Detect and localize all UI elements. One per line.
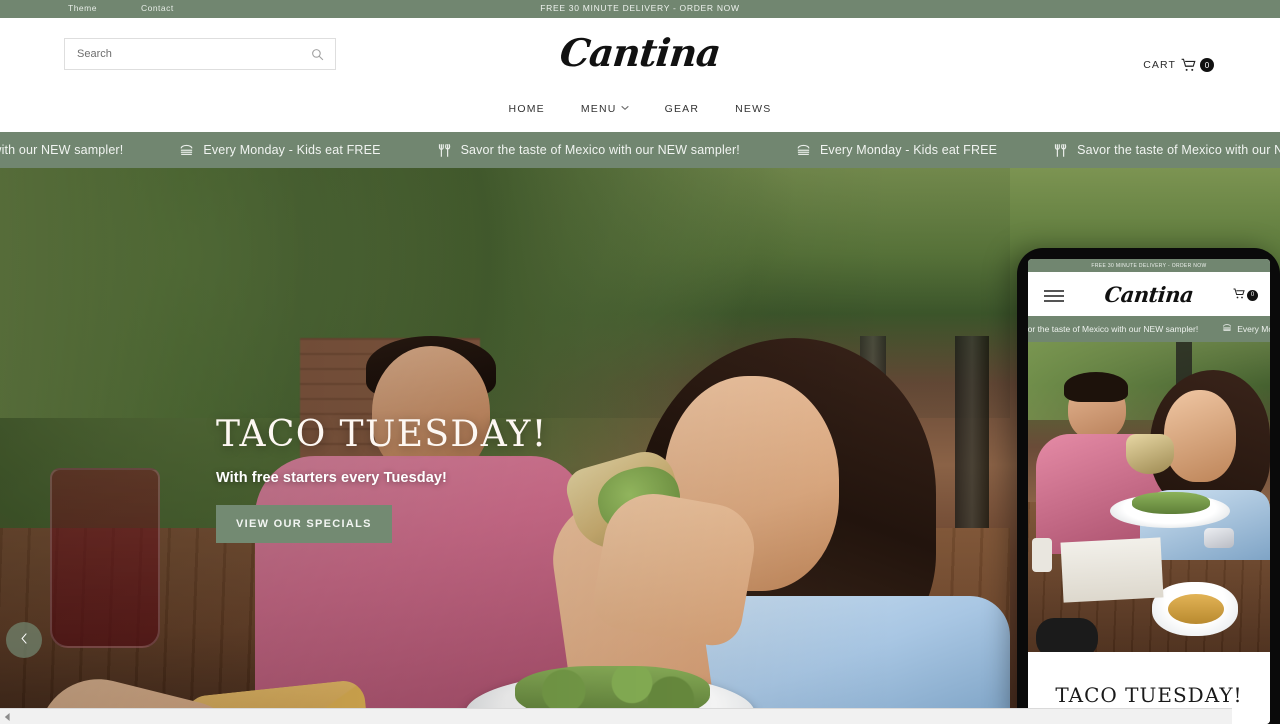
cart-count-badge: 0: [1200, 58, 1214, 72]
burger-icon: [179, 143, 194, 158]
marquee-item[interactable]: Every Monday - Kids eat FREE: [768, 143, 1025, 158]
scrollbar-left-arrow[interactable]: [0, 709, 16, 724]
mobile-cart-button[interactable]: 0: [1233, 286, 1258, 304]
mobile-hero-carousel: [1028, 342, 1270, 652]
delivery-promo-text[interactable]: FREE 30 MINUTE DELIVERY - ORDER NOW: [0, 3, 1280, 13]
mobile-delivery-promo-text: FREE 30 MINUTE DELIVERY - ORDER NOW: [1091, 262, 1207, 269]
hero-title: TACO TUESDAY!: [216, 414, 548, 455]
marquee-track: Savor the taste of Mexico with our NEW s…: [0, 132, 1280, 168]
nav-item-gear-label: GEAR: [664, 103, 700, 115]
marquee-item[interactable]: Savor the taste of Mexico with our NEW s…: [409, 143, 768, 158]
marquee-item[interactable]: Savor the taste of Mexico with our NEW s…: [0, 143, 151, 158]
nav-item-menu[interactable]: MENU: [563, 103, 647, 115]
cart-icon: [1233, 286, 1245, 304]
view-specials-button[interactable]: VIEW OUR SPECIALS: [216, 505, 392, 543]
mobile-utility-bar: FREE 30 MINUTE DELIVERY - ORDER NOW: [1028, 259, 1270, 272]
chevron-left-icon: [19, 631, 30, 649]
marquee-item-text: Savor the taste of Mexico with our NEW s…: [460, 143, 740, 157]
nav-item-menu-label: MENU: [580, 103, 617, 115]
cart-label: CART: [1143, 59, 1176, 71]
mobile-marquee-item[interactable]: Every Monday - Kids eat FREE: [1210, 323, 1270, 335]
carousel-prev-button[interactable]: [6, 622, 42, 658]
site-header: Search Cantina CART 0: [0, 18, 1280, 92]
fork-knife-icon: [437, 143, 452, 158]
cart-button[interactable]: CART 0: [1143, 58, 1214, 72]
marquee-item[interactable]: Every Monday - Kids eat FREE: [151, 143, 408, 158]
main-navigation: HOME MENU GEAR NEWS: [0, 92, 1280, 132]
nav-item-gear[interactable]: GEAR: [647, 103, 718, 115]
announcement-marquee: Savor the taste of Mexico with our NEW s…: [0, 132, 1280, 168]
utility-top-bar: Theme Contact FREE 30 MINUTE DELIVERY - …: [0, 0, 1280, 18]
hero-subtitle: With free starters every Tuesday!: [216, 470, 447, 486]
nav-item-news-label: NEWS: [735, 103, 772, 115]
mobile-preview-mockup: FREE 30 MINUTE DELIVERY - ORDER NOW Cant…: [1017, 248, 1280, 724]
mobile-header: Cantina 0: [1028, 272, 1270, 316]
nav-item-news[interactable]: NEWS: [717, 103, 789, 115]
hero-copy: TACO TUESDAY! With free starters every T…: [216, 414, 836, 543]
marquee-item-text: Savor the taste of Mexico with our NEW s…: [1077, 143, 1280, 157]
marquee-item-text: Every Monday - Kids eat FREE: [819, 143, 998, 157]
chevron-down-icon: [620, 105, 629, 113]
nav-item-home-label: HOME: [508, 103, 545, 115]
mobile-marquee-item-text: Every Monday - Kids eat FREE: [1237, 324, 1270, 334]
mobile-marquee-item[interactable]: Savor the taste of Mexico with our NEW s…: [1028, 323, 1210, 335]
marquee-item-text: Savor the taste of Mexico with our NEW s…: [0, 143, 124, 157]
mobile-marquee-item-text: Savor the taste of Mexico with our NEW s…: [1028, 324, 1199, 334]
marquee-item-text: Every Monday - Kids eat FREE: [203, 143, 381, 157]
site-logo[interactable]: Cantina: [0, 30, 1280, 75]
mobile-hero-background-photo: [1028, 342, 1270, 652]
mobile-cart-count-badge: 0: [1247, 289, 1258, 301]
burger-icon: [796, 143, 811, 158]
mobile-preview-screen: FREE 30 MINUTE DELIVERY - ORDER NOW Cant…: [1028, 259, 1270, 724]
cart-icon: [1181, 58, 1196, 72]
mobile-marquee-track: Savor the taste of Mexico with our NEW s…: [1028, 316, 1270, 342]
fork-knife-icon: [1053, 143, 1068, 158]
triangle-left-icon: [4, 708, 12, 724]
nav-item-home[interactable]: HOME: [491, 103, 563, 115]
horizontal-scrollbar[interactable]: [0, 708, 1232, 724]
burger-icon: [1222, 323, 1232, 335]
mobile-announcement-marquee: Savor the taste of Mexico with our NEW s…: [1028, 316, 1270, 342]
marquee-item[interactable]: Savor the taste of Mexico with our NEW s…: [1025, 143, 1280, 158]
